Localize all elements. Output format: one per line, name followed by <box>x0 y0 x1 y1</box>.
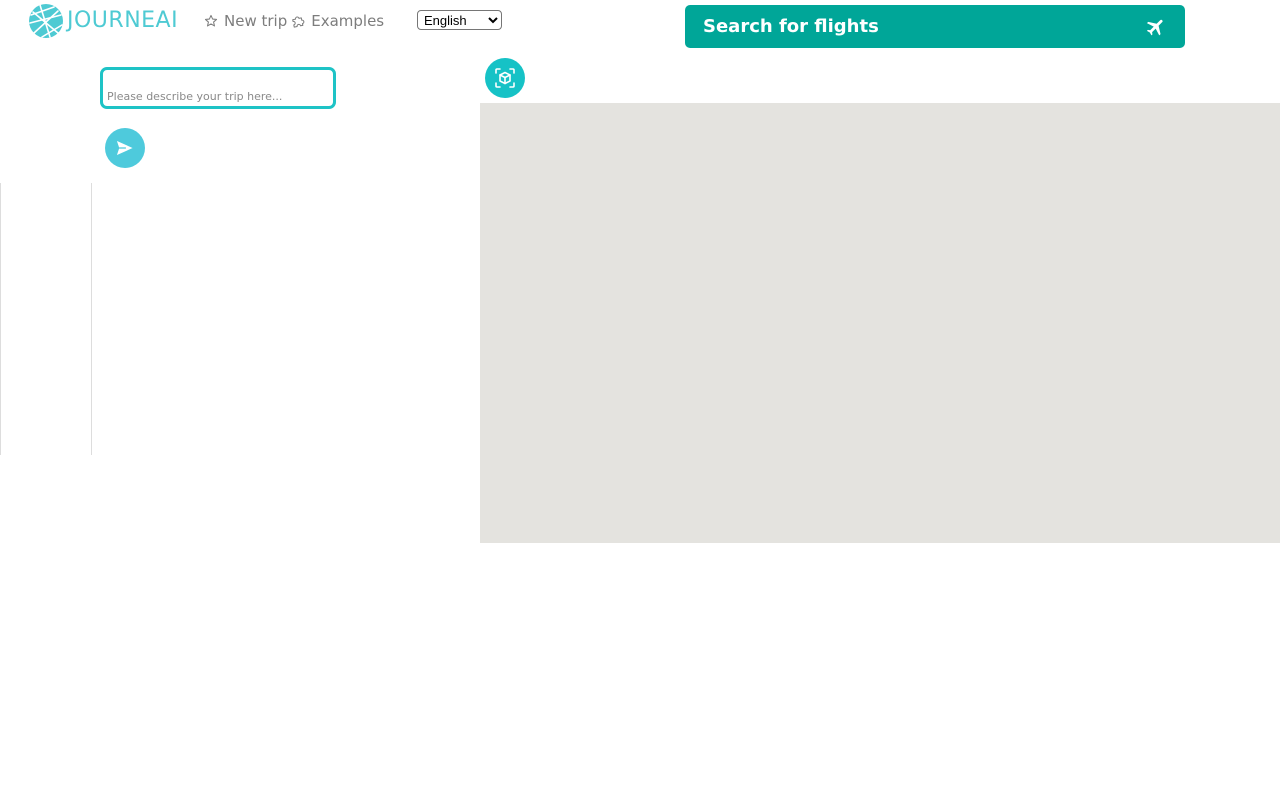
cube-scan-icon <box>495 68 515 88</box>
logo[interactable]: JOURNEAI <box>28 3 178 39</box>
examples-label: Examples <box>311 12 385 30</box>
airplane-icon <box>1146 19 1163 35</box>
brand-name: JOURNEAI <box>67 8 179 33</box>
top-nav: New trip Examples <box>204 9 384 33</box>
search-flights-label: Search for flights <box>703 16 879 37</box>
send-button[interactable] <box>105 128 145 168</box>
panel-divider-middle <box>91 183 92 455</box>
3d-view-button[interactable] <box>485 58 525 98</box>
new-trip-link[interactable]: New trip <box>204 12 287 30</box>
new-trip-label: New trip <box>224 12 288 30</box>
send-icon <box>115 139 135 157</box>
trip-description-input[interactable] <box>100 67 336 109</box>
star-icon <box>204 14 218 27</box>
puzzle-icon <box>292 16 305 28</box>
panel-divider-left <box>0 183 1 455</box>
map-view[interactable] <box>480 103 1280 543</box>
language-select[interactable]: English <box>417 10 502 30</box>
examples-link[interactable]: Examples <box>291 12 384 30</box>
globe-icon <box>29 4 63 38</box>
search-flights-button[interactable]: Search for flights <box>685 5 1185 48</box>
